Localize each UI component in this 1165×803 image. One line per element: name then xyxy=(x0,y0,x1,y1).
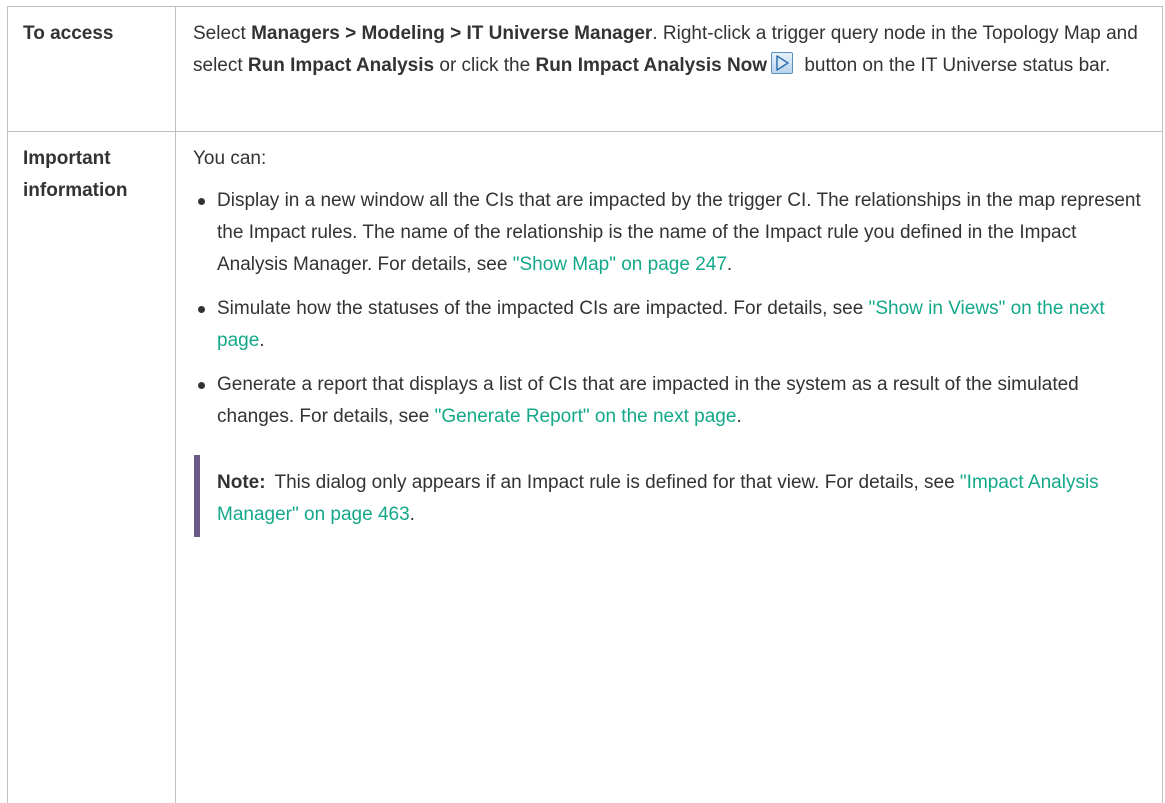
link-generate-report[interactable]: "Generate Report" on the next page xyxy=(435,406,737,427)
access-text-4: button on the IT Universe status bar. xyxy=(799,55,1110,76)
list-item: Simulate how the statuses of the impacte… xyxy=(193,293,1148,357)
list-item-end: . xyxy=(727,254,732,275)
link-show-map[interactable]: "Show Map" on page 247 xyxy=(513,254,727,275)
list-item: Display in a new window all the CIs that… xyxy=(193,185,1148,281)
row-content-to-access: Select Managers > Modeling > IT Universe… xyxy=(176,7,1163,132)
access-text-3: or click the xyxy=(434,55,535,76)
bullet-icon xyxy=(198,306,205,313)
list-item-end: . xyxy=(259,330,264,351)
note-text: This dialog only appears if an Impact ru… xyxy=(275,472,960,493)
bullet-icon xyxy=(198,198,205,205)
capabilities-list: Display in a new window all the CIs that… xyxy=(193,185,1148,433)
row-content-important-information: You can: Display in a new window all the… xyxy=(176,132,1163,803)
list-item-text: Simulate how the statuses of the impacte… xyxy=(217,298,869,319)
note-box: Note: This dialog only appears if an Imp… xyxy=(194,455,1148,537)
list-item-end: . xyxy=(736,406,741,427)
access-text-1: Select xyxy=(193,23,251,44)
intro-text: You can: xyxy=(193,143,1148,175)
note-label: Note: xyxy=(217,472,266,493)
row-label-to-access: To access xyxy=(8,7,176,132)
row-label-important-information: Important information xyxy=(8,132,176,803)
table-row-to-access: To access Select Managers > Modeling > I… xyxy=(8,7,1163,132)
list-item: Generate a report that displays a list o… xyxy=(193,369,1148,433)
access-run-impact-analysis-now: Run Impact Analysis Now xyxy=(535,55,767,76)
table-row-important-information: Important information You can: Display i… xyxy=(8,132,1163,803)
bullet-icon xyxy=(198,382,205,389)
access-menu-path: Managers > Modeling > IT Universe Manage… xyxy=(251,23,652,44)
note-end: . xyxy=(410,504,415,525)
access-run-impact-analysis: Run Impact Analysis xyxy=(248,55,434,76)
info-table: To access Select Managers > Modeling > I… xyxy=(7,6,1163,803)
play-arrow-icon xyxy=(771,52,793,74)
